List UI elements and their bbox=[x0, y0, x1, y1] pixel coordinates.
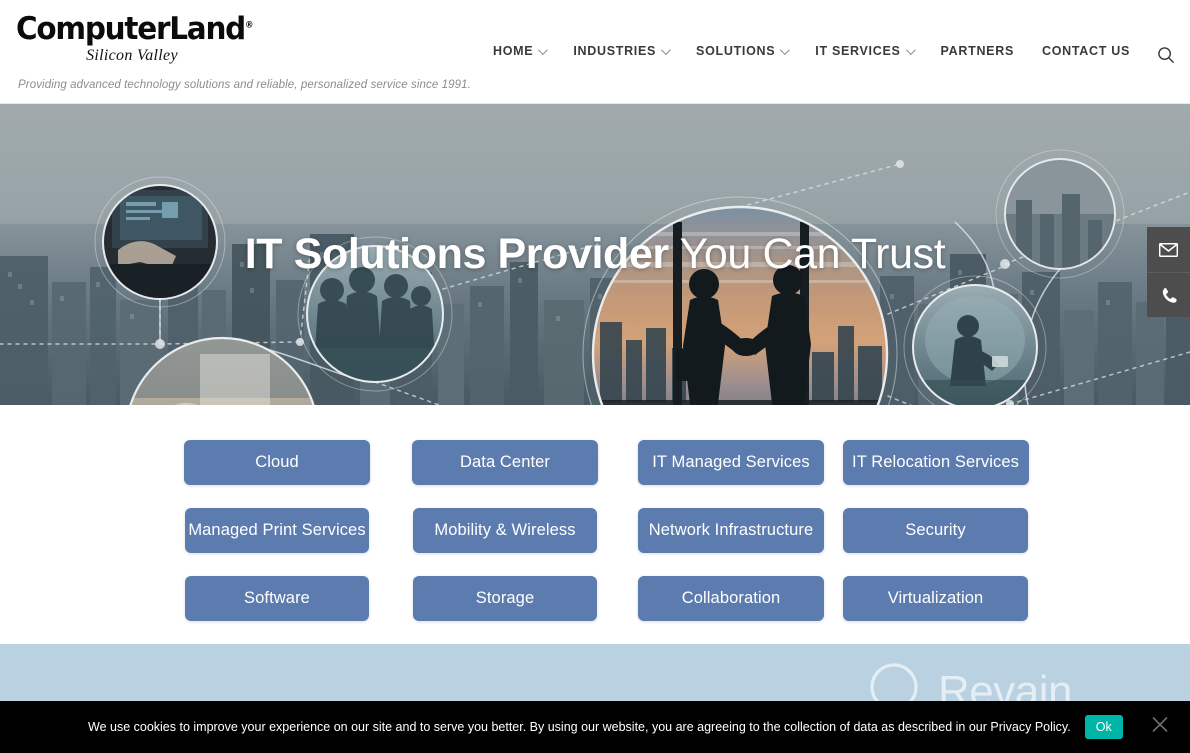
logo-wordmark-text: ComputerLand bbox=[16, 11, 246, 47]
logo-subtitle: Silicon Valley bbox=[86, 47, 178, 64]
service-button-data-center[interactable]: Data Center bbox=[412, 439, 598, 485]
nav-item-solutions[interactable]: SOLUTIONS bbox=[682, 44, 801, 58]
chevron-down-icon bbox=[905, 44, 916, 55]
service-button-security[interactable]: Security bbox=[843, 507, 1028, 553]
nav-label-industries: INDUSTRIES bbox=[573, 44, 657, 58]
light-blue-band bbox=[0, 644, 1190, 701]
nav-label-it-services: IT SERVICES bbox=[815, 44, 901, 58]
service-button-network-infrastructure[interactable]: Network Infrastructure bbox=[638, 507, 824, 553]
hero-illustration bbox=[0, 104, 1190, 405]
logo-wordmark: ComputerLand® bbox=[16, 14, 263, 45]
service-button-collaboration[interactable]: Collaboration bbox=[638, 575, 824, 621]
chevron-down-icon bbox=[661, 44, 671, 55]
chevron-down-icon bbox=[780, 44, 791, 55]
services-row: Cloud Data Center IT Managed Services IT… bbox=[163, 428, 1029, 496]
nav-item-partners[interactable]: PARTNERS bbox=[927, 44, 1028, 58]
hero-banner: IT Solutions Provider You Can Trust bbox=[0, 104, 1190, 405]
cookie-ok-button[interactable]: Ok bbox=[1084, 715, 1123, 739]
site-logo[interactable]: ComputerLand® Silicon Valley bbox=[16, 14, 276, 65]
service-button-cloud[interactable]: Cloud bbox=[184, 439, 370, 485]
chevron-down-icon bbox=[538, 44, 549, 55]
site-header: ComputerLand® Silicon Valley Providing a… bbox=[0, 0, 1190, 104]
services-grid: Cloud Data Center IT Managed Services IT… bbox=[163, 428, 1029, 632]
main-navigation: HOME INDUSTRIES SOLUTIONS IT SERVICES PA… bbox=[479, 44, 1144, 58]
nav-item-it-services[interactable]: IT SERVICES bbox=[801, 44, 926, 58]
service-button-virtualization[interactable]: Virtualization bbox=[843, 575, 1028, 621]
nav-label-home: HOME bbox=[493, 44, 534, 58]
service-button-managed-print-services[interactable]: Managed Print Services bbox=[185, 507, 369, 553]
services-row: Managed Print Services Mobility & Wirele… bbox=[163, 496, 1028, 564]
nav-item-industries[interactable]: INDUSTRIES bbox=[559, 44, 682, 58]
logo-registered-mark: ® bbox=[245, 20, 254, 31]
service-button-mobility-wireless[interactable]: Mobility & Wireless bbox=[413, 507, 597, 553]
services-row: Software Storage Collaboration Virtualiz… bbox=[163, 564, 1028, 632]
floating-contact-dock bbox=[1147, 227, 1190, 317]
service-button-it-managed-services[interactable]: IT Managed Services bbox=[638, 439, 824, 485]
service-button-software[interactable]: Software bbox=[185, 575, 369, 621]
nav-label-solutions: SOLUTIONS bbox=[696, 44, 776, 58]
site-tagline: Providing advanced technology solutions … bbox=[18, 79, 471, 91]
nav-label-contact-us: CONTACT US bbox=[1041, 44, 1130, 58]
nav-item-contact-us[interactable]: CONTACT US bbox=[1028, 44, 1144, 58]
envelope-icon[interactable] bbox=[1147, 227, 1190, 272]
nav-item-home[interactable]: HOME bbox=[479, 44, 559, 58]
close-icon[interactable] bbox=[1150, 715, 1170, 740]
search-icon[interactable] bbox=[1152, 41, 1180, 69]
service-button-it-relocation-services[interactable]: IT Relocation Services bbox=[842, 439, 1029, 485]
cookie-message: We use cookies to improve your experienc… bbox=[88, 720, 1071, 734]
phone-icon[interactable] bbox=[1147, 272, 1190, 317]
service-button-storage[interactable]: Storage bbox=[413, 575, 597, 621]
cookie-consent-bar: We use cookies to improve your experienc… bbox=[0, 701, 1190, 753]
nav-label-partners: PARTNERS bbox=[940, 44, 1014, 58]
services-section: Cloud Data Center IT Managed Services IT… bbox=[0, 405, 1190, 644]
